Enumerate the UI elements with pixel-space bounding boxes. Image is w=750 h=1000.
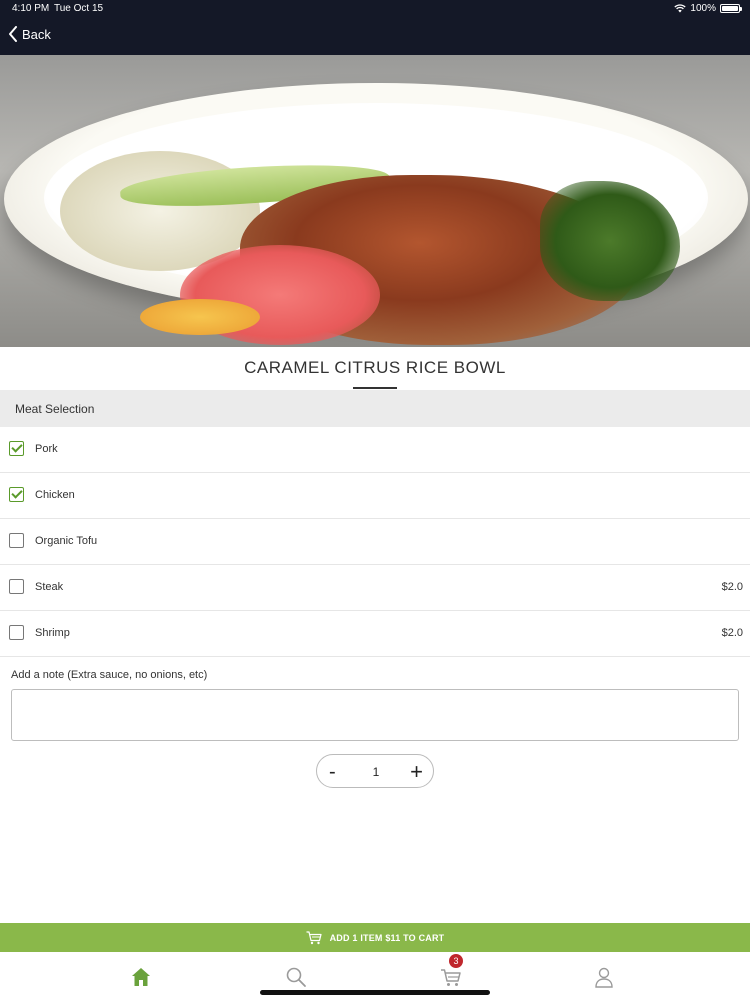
option-label: Shrimp	[35, 627, 70, 639]
quantity-stepper: - 1 +	[316, 754, 434, 788]
battery-level	[722, 6, 738, 11]
home-icon	[132, 968, 150, 986]
tab-cart[interactable]	[440, 966, 464, 990]
checkbox[interactable]	[9, 533, 24, 548]
back-button[interactable]: Back	[8, 26, 51, 42]
item-title: CARAMEL CITRUS RICE BOWL	[244, 358, 506, 377]
status-time: 4:10 PM	[12, 3, 50, 14]
option-row-organic-tofu[interactable]: Organic Tofu	[0, 519, 750, 565]
search-icon	[286, 967, 306, 987]
option-price: $2.0	[721, 581, 743, 593]
note-label: Add a note (Extra sauce, no onions, etc)	[11, 669, 208, 681]
option-row-steak[interactable]: Steak $2.0	[0, 565, 750, 611]
checkbox[interactable]	[9, 441, 24, 456]
checkbox[interactable]	[9, 625, 24, 640]
tab-home[interactable]	[130, 966, 154, 990]
checkbox[interactable]	[9, 579, 24, 594]
cart-icon	[441, 969, 461, 986]
title-underline	[353, 387, 397, 389]
option-price: $2.0	[721, 627, 743, 639]
chevron-left-icon	[9, 26, 17, 42]
option-label: Steak	[35, 581, 64, 593]
option-label: Chicken	[35, 489, 75, 501]
option-label: Organic Tofu	[35, 535, 98, 547]
battery-icon	[720, 4, 742, 13]
add-to-cart-button[interactable]: ADD 1 ITEM $11 TO CART	[0, 923, 750, 952]
option-row-pork[interactable]: Pork	[0, 427, 750, 473]
tab-search[interactable]	[285, 966, 309, 990]
wifi-icon	[674, 4, 687, 13]
battery-percent: 100%	[690, 3, 716, 14]
add-to-cart-label: ADD 1 ITEM $11 TO CART	[329, 932, 445, 943]
note-input[interactable]	[11, 689, 739, 741]
option-label: Pork	[35, 443, 58, 455]
increment-button[interactable]: +	[410, 759, 423, 785]
status-date: Tue Oct 15	[54, 3, 104, 14]
option-row-shrimp[interactable]: Shrimp $2.0	[0, 611, 750, 657]
section-header: Meat Selection	[0, 390, 750, 427]
back-label: Back	[22, 26, 51, 42]
status-indicators: 100%	[674, 3, 742, 14]
section-title: Meat Selection	[15, 402, 95, 416]
option-row-chicken[interactable]: Chicken	[0, 473, 750, 519]
item-photo	[0, 55, 750, 347]
profile-icon	[595, 967, 613, 988]
tab-profile[interactable]	[593, 966, 617, 990]
cart-icon	[306, 930, 322, 944]
cart-badge: 3	[449, 954, 463, 968]
home-indicator	[260, 990, 490, 995]
checkbox[interactable]	[9, 487, 24, 502]
top-bar: 4:10 PM Tue Oct 15 100% Back	[0, 0, 750, 55]
